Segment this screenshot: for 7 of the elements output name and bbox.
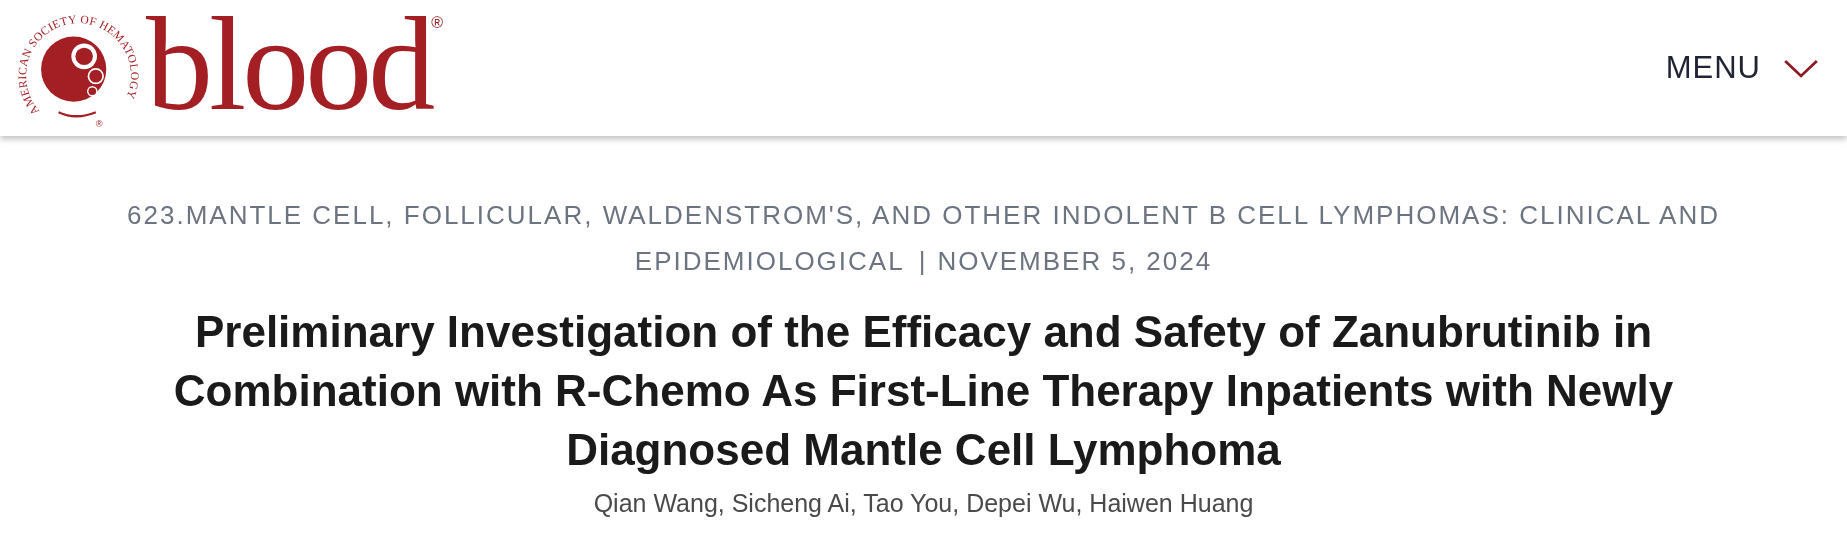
menu-button[interactable]: MENU (1665, 50, 1819, 86)
category-and-date: 623.MANTLE CELL, FOLLICULAR, WALDENSTROM'S, AND OTHER INDOLENT B CELL LYMPHOMAS: CLINICAL AND EPIDEMIOLOGICAL | NOVEMBER 5, 2024 (126, 199, 1721, 278)
chevron-down-icon (1783, 58, 1819, 78)
article-title: Preliminary Investigation of the Efficacy and Safety of Zanubrutinib in Combination with R-Chemo As First-Line Therapy Inpatients with Newly Diagnosed Mantle Cell Lymphoma (172, 306, 1675, 476)
blood-wordmark: blood (146, 4, 432, 124)
author-list: Qian Wang, Sicheng Ai, Tao You, Depei Wu, Haiwen Huang (20, 489, 1827, 518)
registered-mark: ® (431, 14, 444, 31)
